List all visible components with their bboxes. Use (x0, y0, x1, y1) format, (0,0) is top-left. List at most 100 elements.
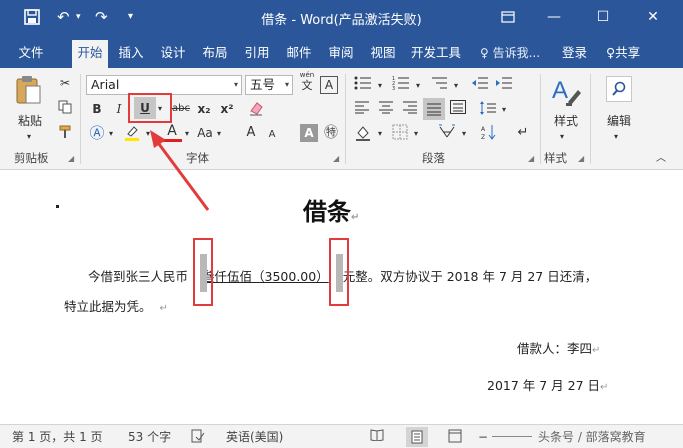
cut-icon[interactable]: ✂ (56, 74, 74, 92)
tab-layout[interactable]: 布局 (197, 40, 233, 68)
editing-label: 编辑 (606, 114, 631, 128)
ribbon-tabs: 文件 开始 插入 设计 布局 引用 邮件 审阅 视图 开发工具 ♀ 告诉我...… (0, 34, 683, 68)
editing-dropdown-icon[interactable]: ▾ (614, 128, 618, 146)
bold-button[interactable]: B (90, 100, 104, 118)
paragraph-launcher-icon[interactable]: ◢ (528, 154, 534, 163)
enclose-characters-icon[interactable]: ㊕ (322, 124, 340, 142)
show-formatting-marks-icon[interactable]: ↵ (514, 124, 532, 142)
tab-mailings[interactable]: 邮件 (281, 40, 317, 68)
italic-button[interactable]: I (113, 100, 125, 118)
document-title[interactable]: 借条↵ (303, 192, 359, 227)
line-spacing-icon[interactable] (478, 100, 498, 118)
copy-icon[interactable] (56, 98, 74, 116)
text-effects-dropdown-icon[interactable]: ▾ (107, 125, 115, 143)
clipboard-launcher-icon[interactable]: ◢ (68, 154, 74, 163)
tab-file[interactable]: 文件 (12, 40, 50, 68)
bullets-dropdown-icon[interactable]: ▾ (376, 77, 384, 95)
chinese-layout-dropdown-icon[interactable]: ▾ (460, 125, 468, 143)
character-border-icon[interactable]: A (320, 76, 338, 94)
font-launcher-icon[interactable]: ◢ (333, 154, 339, 163)
superscript-button[interactable]: x² (218, 100, 236, 118)
group-separator (590, 74, 591, 164)
tab-review[interactable]: 审阅 (323, 40, 359, 68)
styles-icon[interactable]: A (550, 74, 582, 108)
date-line[interactable]: 2017 年 7 月 27 日↵ (487, 375, 608, 394)
line1-suffix: 元整。双方协议于 2018 年 7 月 27 日还清， (342, 269, 598, 284)
character-shading-icon[interactable]: A (300, 124, 318, 142)
line-spacing-dropdown-icon[interactable]: ▾ (500, 101, 508, 119)
phonetic-guide-icon[interactable]: wén 文 (297, 71, 317, 92)
font-size-dropdown-icon[interactable]: ▾ (285, 76, 289, 94)
font-name-field[interactable]: Arial ▾ (86, 75, 242, 95)
tell-me-search[interactable]: ♀ 告诉我... (480, 40, 540, 68)
signer-text: 借款人：李四 (517, 341, 593, 356)
collapse-ribbon-icon[interactable]: ︿ (654, 150, 668, 168)
zoom-slider[interactable] (492, 436, 532, 437)
print-layout-icon[interactable] (406, 427, 428, 447)
bullets-icon[interactable] (352, 76, 374, 94)
body-paragraph-2[interactable]: 特立此据为凭。 ↵ (64, 296, 168, 315)
distributed-icon[interactable] (448, 100, 468, 118)
shading-dropdown-icon[interactable]: ▾ (376, 125, 384, 143)
page-count[interactable]: 第 1 页，共 1 页 (12, 429, 103, 445)
tab-developer[interactable]: 开发工具 (406, 40, 466, 68)
proofing-icon[interactable] (191, 429, 205, 447)
subscript-button[interactable]: x₂ (195, 100, 213, 118)
paste-icon[interactable] (12, 74, 46, 106)
multilevel-list-icon[interactable] (428, 76, 450, 94)
text-effects-icon[interactable]: Ⓐ (88, 124, 106, 142)
borders-icon[interactable] (390, 124, 410, 142)
numbering-icon[interactable]: 123 (390, 76, 412, 94)
increase-indent-icon[interactable] (494, 76, 514, 94)
minimize-icon[interactable]: — (539, 5, 569, 29)
close-icon[interactable]: ✕ (638, 5, 668, 29)
shrink-font-icon[interactable]: A (266, 126, 278, 144)
tab-insert[interactable]: 插入 (113, 40, 149, 68)
multilevel-dropdown-icon[interactable]: ▾ (452, 77, 460, 95)
borders-dropdown-icon[interactable]: ▾ (412, 125, 420, 143)
align-center-icon[interactable] (376, 100, 396, 118)
grow-font-icon[interactable]: A (244, 124, 258, 142)
svg-text:Z: Z (481, 134, 485, 140)
maximize-icon[interactable]: ☐ (588, 5, 618, 29)
read-mode-icon[interactable] (370, 429, 384, 445)
justify-icon[interactable] (423, 98, 445, 120)
clear-formatting-icon[interactable] (247, 100, 265, 118)
watermark: 头条号 / 部落窝教育 (538, 430, 646, 444)
window-title: 借条 - Word(产品激活失败) (261, 13, 422, 28)
styles-launcher-icon[interactable]: ◢ (578, 154, 584, 163)
styles-label: 样式 (553, 114, 578, 128)
shading-icon[interactable] (352, 124, 374, 142)
tab-view[interactable]: 视图 (365, 40, 401, 68)
status-bar: 第 1 页，共 1 页 53 个字 英语(美国) − 头条号 / 部落窝教育 (0, 424, 683, 448)
styles-dropdown-icon[interactable]: ▾ (560, 128, 564, 146)
paste-dropdown-icon[interactable]: ▾ (27, 128, 31, 146)
tab-references[interactable]: 引用 (239, 40, 275, 68)
login-button[interactable]: 登录 (562, 40, 587, 68)
word-count[interactable]: 53 个字 (128, 429, 171, 445)
annotation-arrow (150, 130, 210, 211)
ribbon-display-options-icon[interactable] (493, 5, 523, 29)
numbering-dropdown-icon[interactable]: ▾ (414, 77, 422, 95)
decrease-indent-icon[interactable] (470, 76, 490, 94)
share-button[interactable]: ♀共享 (606, 40, 640, 68)
strikethrough-button[interactable]: abc (170, 100, 192, 118)
tab-home[interactable]: 开始 (72, 40, 108, 68)
line1-amount-underlined: 叁仟伍佰（3500.00） (202, 269, 329, 284)
sort-icon[interactable]: AZ (480, 124, 498, 142)
align-left-icon[interactable] (352, 100, 372, 118)
find-icon[interactable] (606, 76, 632, 102)
chinese-layout-icon[interactable] (436, 124, 458, 142)
zoom-out-icon[interactable]: − (478, 429, 488, 445)
font-size-field[interactable]: 五号 ▾ (245, 75, 293, 95)
tab-design[interactable]: 设计 (155, 40, 191, 68)
align-right-icon[interactable] (400, 100, 420, 118)
format-painter-icon[interactable] (56, 123, 74, 141)
paragraph-mark: ↵ (159, 303, 168, 314)
font-name-dropdown-icon[interactable]: ▾ (234, 76, 238, 94)
document-title-text: 借条 (303, 198, 351, 226)
highlight-color-icon[interactable] (122, 124, 142, 142)
language[interactable]: 英语(美国) (226, 429, 283, 445)
signer-line[interactable]: 借款人：李四↵ (517, 338, 600, 357)
web-layout-icon[interactable] (448, 429, 462, 447)
